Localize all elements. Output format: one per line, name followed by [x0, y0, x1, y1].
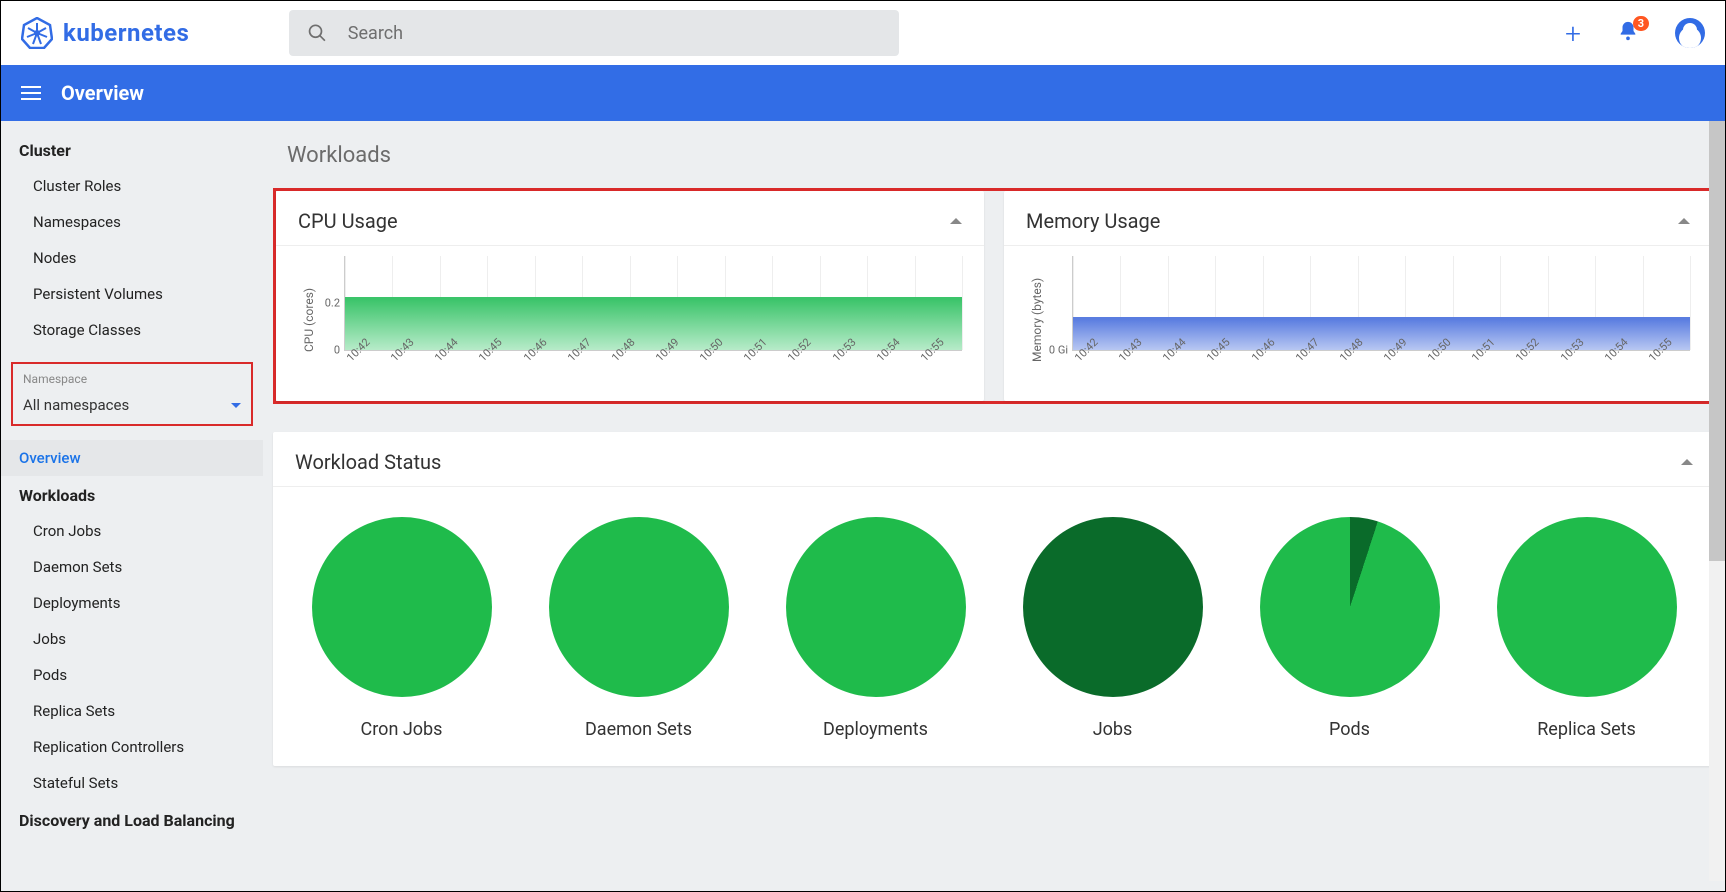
- sidebar-item[interactable]: Persistent Volumes: [1, 276, 263, 312]
- cpu-ylabel: CPU (cores): [298, 256, 316, 383]
- workload-status-item: Jobs: [1023, 517, 1203, 740]
- scrollbar-thumb[interactable]: [1709, 121, 1725, 561]
- mem-ylabel: Memory (bytes): [1026, 256, 1044, 383]
- collapse-icon[interactable]: [950, 218, 962, 224]
- namespace-label: Namespace: [23, 372, 241, 386]
- cpu-card-title: CPU Usage: [298, 209, 398, 233]
- sidebar-heading-cluster[interactable]: Cluster: [1, 131, 263, 168]
- sidebar-item[interactable]: Nodes: [1, 240, 263, 276]
- main-content: Workloads CPU Usage CPU (cores) 00.210:4…: [263, 121, 1725, 891]
- sidebar-item[interactable]: Pods: [1, 657, 263, 693]
- sidebar-heading-discovery[interactable]: Discovery and Load Balancing: [1, 801, 263, 838]
- mem-card-title: Memory Usage: [1026, 209, 1160, 233]
- sidebar-item-overview[interactable]: Overview: [1, 440, 263, 476]
- section-title-workloads: Workloads: [273, 121, 1715, 188]
- collapse-icon[interactable]: [1678, 218, 1690, 224]
- sidebar-item[interactable]: Jobs: [1, 621, 263, 657]
- pie-label: Jobs: [1093, 719, 1133, 740]
- sidebar-item[interactable]: Cron Jobs: [1, 513, 263, 549]
- chevron-down-icon: [231, 403, 241, 408]
- pie-label: Replica Sets: [1537, 719, 1636, 740]
- brand-text: kubernetes: [63, 19, 189, 47]
- pie-label: Cron Jobs: [361, 719, 443, 740]
- memory-chart: 0 Gi10:4210:4310:4410:4510:4610:4710:481…: [1044, 256, 1690, 383]
- status-title: Workload Status: [295, 450, 441, 474]
- pie-chart: [312, 517, 492, 697]
- sidebar-heading-workloads[interactable]: Workloads: [1, 476, 263, 513]
- cpu-usage-card: CPU Usage CPU (cores) 00.210:4210:4310:4…: [276, 191, 984, 401]
- pie-chart: [1023, 517, 1203, 697]
- pie-label: Daemon Sets: [585, 719, 692, 740]
- pie-chart: [1497, 517, 1677, 697]
- cpu-chart: 00.210:4210:4310:4410:4510:4610:4710:481…: [316, 256, 962, 383]
- sidebar-item[interactable]: Namespaces: [1, 204, 263, 240]
- sidebar-item[interactable]: Replication Controllers: [1, 729, 263, 765]
- sidebar-item-label: Overview: [19, 449, 81, 467]
- usage-charts-row: CPU Usage CPU (cores) 00.210:4210:4310:4…: [273, 188, 1715, 404]
- namespace-value: All namespaces: [23, 396, 129, 414]
- workload-status-item: Pods: [1260, 517, 1440, 740]
- search-icon: [307, 22, 327, 44]
- search-box[interactable]: [289, 10, 899, 56]
- sidebar-item[interactable]: Stateful Sets: [1, 765, 263, 801]
- pie-label: Deployments: [823, 719, 928, 740]
- notifications-button[interactable]: 3: [1617, 20, 1639, 46]
- create-button[interactable]: +: [1565, 17, 1581, 50]
- workload-status-item: Deployments: [786, 517, 966, 740]
- notifications-badge: 3: [1633, 16, 1649, 31]
- topbar: kubernetes + 3: [1, 1, 1725, 65]
- pie-chart: [1260, 517, 1440, 697]
- menu-toggle-button[interactable]: [21, 86, 41, 100]
- pie-label: Pods: [1329, 719, 1370, 740]
- brand-logo[interactable]: kubernetes: [21, 17, 189, 49]
- namespace-dropdown[interactable]: All namespaces: [23, 396, 241, 414]
- search-input[interactable]: [348, 23, 882, 44]
- page-title: Overview: [61, 81, 144, 105]
- pie-chart: [549, 517, 729, 697]
- sidebar: Cluster Cluster RolesNamespacesNodesPers…: [1, 121, 263, 891]
- workload-status-item: Cron Jobs: [312, 517, 492, 740]
- sidebar-item[interactable]: Daemon Sets: [1, 549, 263, 585]
- collapse-icon[interactable]: [1681, 459, 1693, 465]
- sidebar-item[interactable]: Deployments: [1, 585, 263, 621]
- memory-usage-card: Memory Usage Memory (bytes) 0 Gi10:4210:…: [1004, 191, 1712, 401]
- top-actions: + 3: [1565, 17, 1705, 50]
- account-button[interactable]: [1675, 18, 1705, 48]
- workload-status-card: Workload Status Cron Jobs Daemon Sets Depl…: [273, 432, 1715, 766]
- sidebar-item[interactable]: Cluster Roles: [1, 168, 263, 204]
- sidebar-item[interactable]: Replica Sets: [1, 693, 263, 729]
- kubernetes-icon: [21, 17, 53, 49]
- workload-status-item: Daemon Sets: [549, 517, 729, 740]
- workload-status-item: Replica Sets: [1497, 517, 1677, 740]
- namespace-selector[interactable]: Namespace All namespaces: [11, 362, 253, 426]
- bluebar: Overview: [1, 65, 1725, 121]
- sidebar-item[interactable]: Storage Classes: [1, 312, 263, 348]
- pie-chart: [786, 517, 966, 697]
